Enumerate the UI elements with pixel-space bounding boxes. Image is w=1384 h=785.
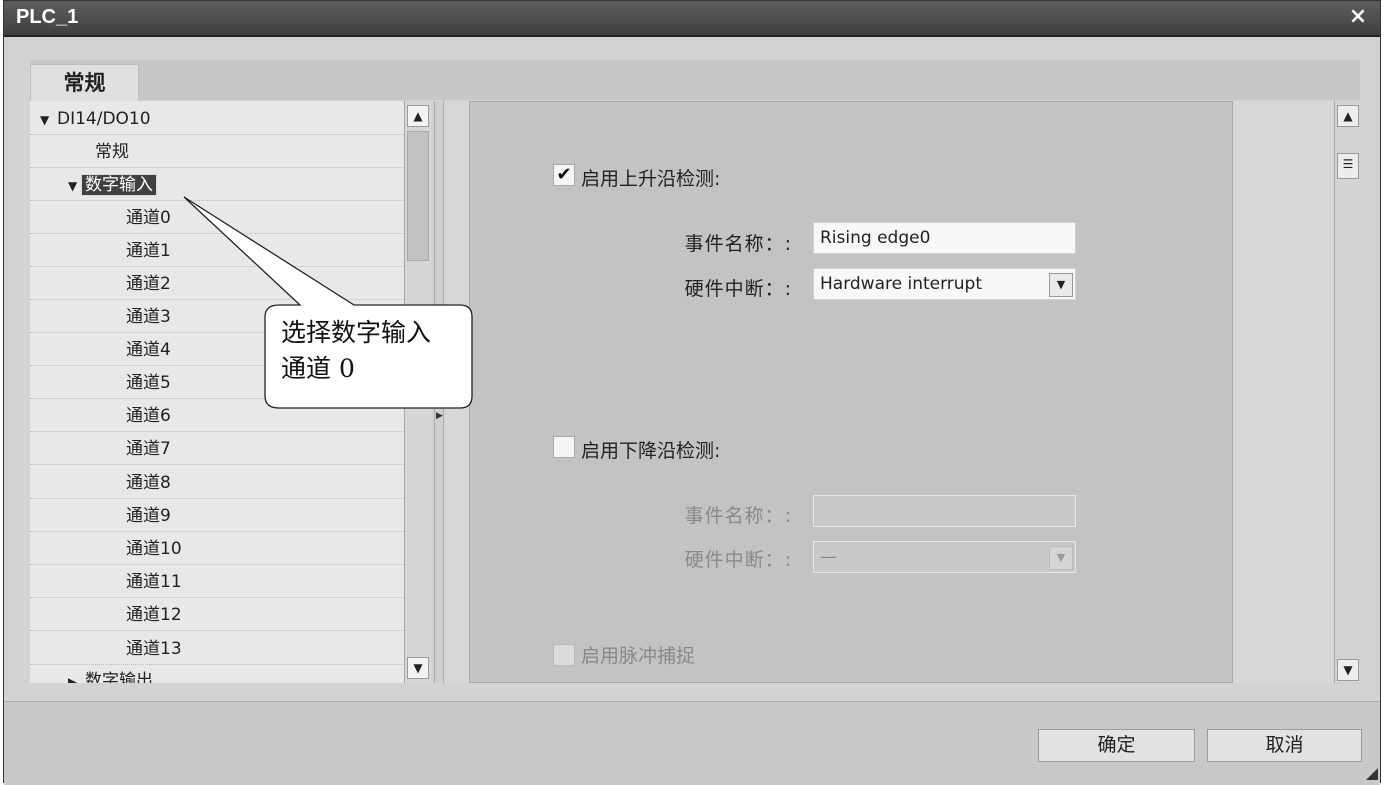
callout-text: 选择数字输入 通道 0 <box>281 318 432 383</box>
cancel-button[interactable]: 取消 <box>1207 729 1362 762</box>
ok-button[interactable]: 确定 <box>1038 729 1195 762</box>
resize-grip-icon[interactable] <box>1366 768 1378 780</box>
callout-bubble <box>183 196 473 409</box>
dialog-window: PLC_1 × 常规 ▼ DI14/DO10 常规 ▼ 数字输入 通道0 通道1 通… <box>3 0 1381 785</box>
